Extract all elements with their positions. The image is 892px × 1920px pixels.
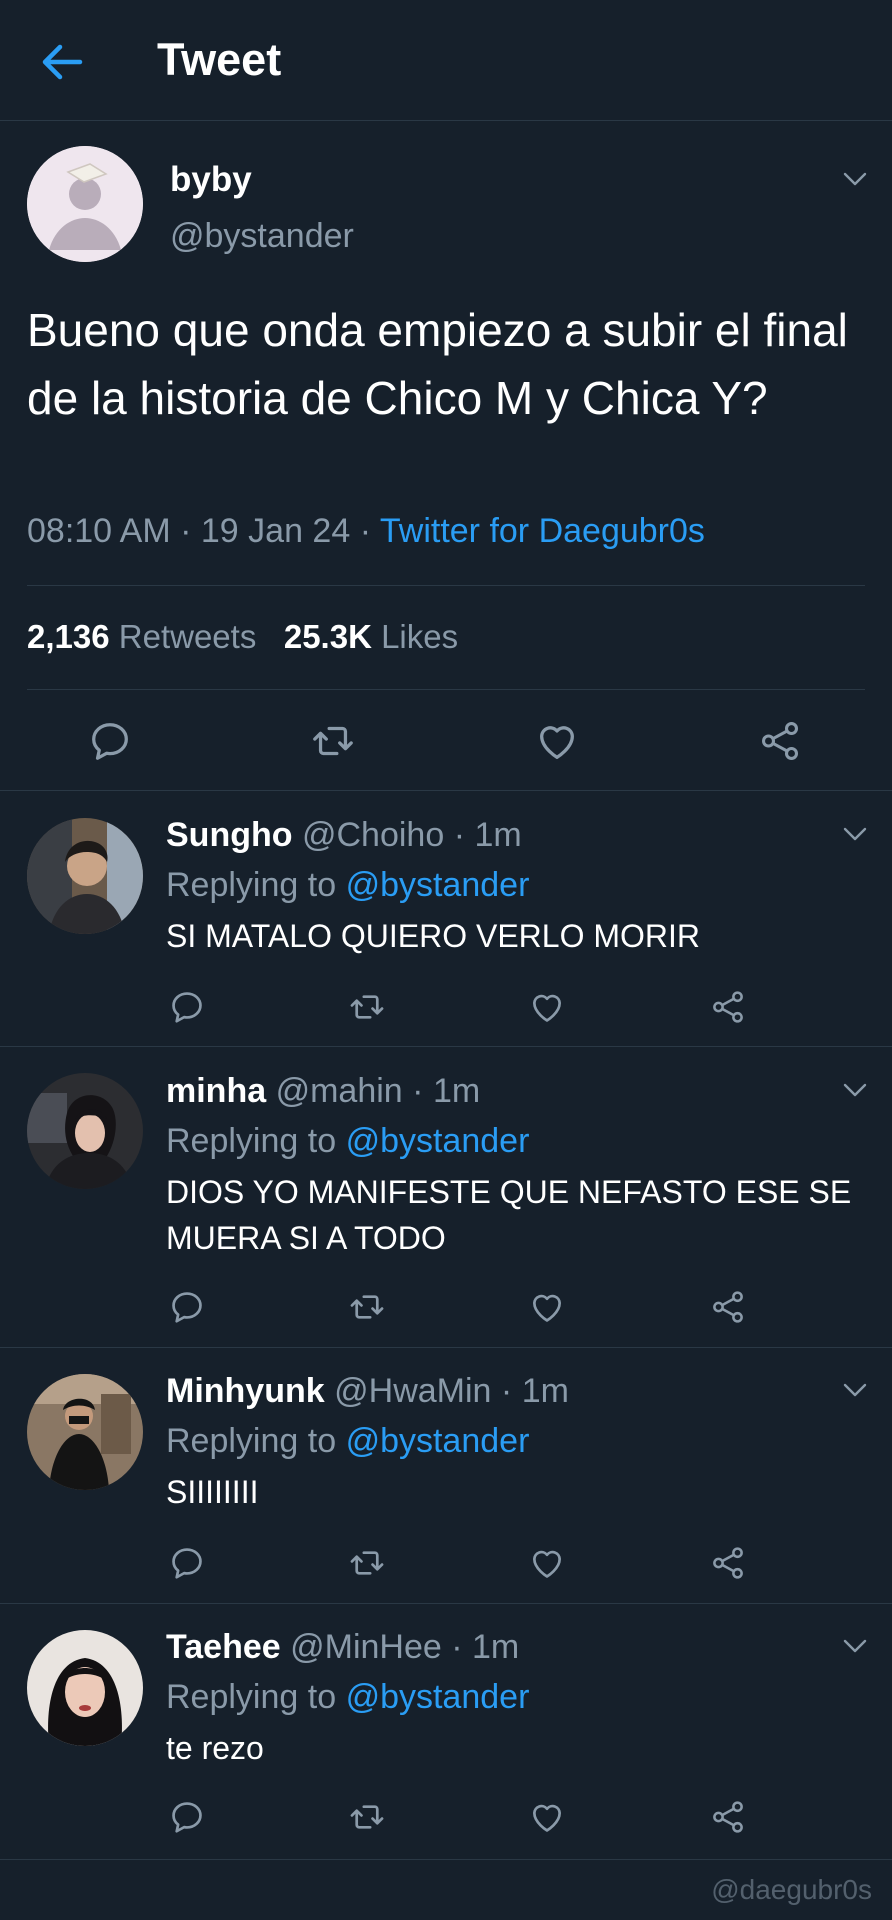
avatar[interactable] — [27, 146, 143, 262]
tweet-date: 19 Jan 24 — [200, 512, 351, 550]
mention-link[interactable]: @bystander — [346, 866, 530, 904]
meta-separator: · — [359, 512, 372, 550]
like-icon[interactable] — [528, 988, 566, 1026]
replying-to: Replying to @bystander — [166, 1678, 529, 1717]
author-name[interactable]: byby — [170, 160, 252, 200]
like-icon[interactable] — [528, 1288, 566, 1326]
mention-link[interactable]: @bystander — [346, 1678, 530, 1716]
retweet-icon[interactable] — [348, 1798, 386, 1836]
mention-link[interactable]: @bystander — [346, 1122, 530, 1160]
user-photo — [27, 1374, 143, 1490]
reply-author-handle[interactable]: @HwaMin — [334, 1372, 491, 1410]
reply-text: SIIIIIIII — [166, 1474, 259, 1510]
like-icon[interactable] — [528, 1544, 566, 1582]
avatar[interactable] — [27, 818, 143, 934]
reply-icon[interactable] — [87, 718, 133, 764]
chevron-down-icon[interactable] — [842, 1638, 868, 1654]
reply-text: SI MATALO QUIERO VERLO MORIR — [166, 918, 700, 954]
retweet-icon[interactable] — [348, 1544, 386, 1582]
reply-text: te rezo — [166, 1730, 264, 1766]
retweet-icon[interactable] — [348, 988, 386, 1026]
avatar[interactable] — [27, 1374, 143, 1490]
chevron-down-icon[interactable] — [842, 1382, 868, 1398]
default-avatar-icon — [27, 146, 143, 262]
retweets-count: 2,136 — [27, 618, 110, 655]
likes-stat[interactable]: 25.3K Likes — [284, 618, 458, 655]
replying-label: Replying to — [166, 866, 337, 904]
retweet-icon[interactable] — [310, 718, 356, 764]
share-icon[interactable] — [709, 988, 747, 1026]
reply-icon[interactable] — [168, 988, 206, 1026]
reply-icon[interactable] — [168, 1798, 206, 1836]
share-icon[interactable] — [757, 718, 803, 764]
user-photo — [27, 1630, 143, 1746]
tweet-source[interactable]: Twitter for Daegubr0s — [380, 512, 705, 550]
watermark: @daegubr0s — [711, 1874, 872, 1905]
avatar[interactable] — [27, 1073, 143, 1189]
retweets-label: Retweets — [118, 618, 257, 655]
reply-header: Minhyunk @HwaMin · 1m — [166, 1372, 569, 1411]
reply-time: 1m — [432, 1072, 481, 1110]
back-arrow-icon[interactable] — [36, 40, 86, 84]
reply-icon[interactable] — [168, 1288, 206, 1326]
tweet-time: 08:10 AM — [27, 512, 171, 550]
divider — [27, 585, 865, 586]
reply-author-handle[interactable]: @MinHee — [290, 1628, 442, 1666]
replying-to: Replying to @bystander — [166, 1122, 529, 1161]
chevron-down-icon[interactable] — [842, 1082, 868, 1098]
reply-icon[interactable] — [168, 1544, 206, 1582]
retweets-stat[interactable]: 2,136 Retweets — [27, 618, 256, 655]
like-icon[interactable] — [528, 1798, 566, 1836]
reply-time: 1m — [472, 1628, 520, 1666]
reply-header: Sungho @Choiho · 1m — [166, 816, 522, 855]
replying-label: Replying to — [166, 1122, 337, 1160]
reply-author-handle[interactable]: @mahin — [276, 1072, 403, 1110]
author-handle[interactable]: @bystander — [170, 217, 354, 256]
like-icon[interactable] — [534, 718, 580, 764]
replying-label: Replying to — [166, 1678, 337, 1716]
likes-label: Likes — [381, 618, 459, 655]
tweet-stats: 2,136 Retweets 25.3K Likes — [27, 618, 458, 656]
replying-to: Replying to @bystander — [166, 1422, 529, 1461]
top-bar: Tweet — [0, 0, 892, 121]
chevron-down-icon[interactable] — [842, 171, 868, 187]
reply-time: 1m — [521, 1372, 569, 1410]
meta-separator: · — [453, 816, 466, 854]
user-photo — [27, 818, 143, 934]
reply-author-name[interactable]: Sungho — [166, 816, 293, 854]
share-icon[interactable] — [709, 1288, 747, 1326]
meta-separator: · — [180, 512, 192, 550]
avatar[interactable] — [27, 1630, 143, 1746]
reply-author-name[interactable]: Taehee — [166, 1628, 281, 1666]
reply-text: DIOS YO MANIFESTE QUE NEFASTO ESE SE MUE… — [166, 1174, 852, 1256]
reply-time: 1m — [474, 816, 522, 854]
tweet-text: Bueno que onda empiezo a subir el final … — [27, 304, 848, 424]
share-icon[interactable] — [709, 1544, 747, 1582]
likes-count: 25.3K — [283, 618, 372, 655]
mention-link[interactable]: @bystander — [346, 1422, 530, 1460]
meta-separator: · — [451, 1628, 463, 1666]
meta-separator: · — [500, 1372, 513, 1410]
reply-author-name[interactable]: minha — [166, 1072, 266, 1110]
reply-header: minha @mahin · 1m — [166, 1072, 480, 1111]
reply-author-name[interactable]: Minhyunk — [166, 1372, 325, 1410]
divider — [27, 689, 865, 690]
retweet-icon[interactable] — [348, 1288, 386, 1326]
chevron-down-icon[interactable] — [842, 826, 868, 842]
tweet-meta: 08:10 AM · 19 Jan 24 · Twitter for Daegu… — [27, 512, 705, 551]
meta-separator: · — [412, 1072, 424, 1110]
replying-label: Replying to — [166, 1422, 337, 1460]
reply-header: Taehee @MinHee · 1m — [166, 1628, 519, 1667]
replying-to: Replying to @bystander — [166, 866, 529, 905]
user-photo — [27, 1073, 143, 1189]
share-icon[interactable] — [709, 1798, 747, 1836]
reply-author-handle[interactable]: @Choiho — [302, 816, 444, 854]
page-title: Tweet — [157, 34, 282, 85]
